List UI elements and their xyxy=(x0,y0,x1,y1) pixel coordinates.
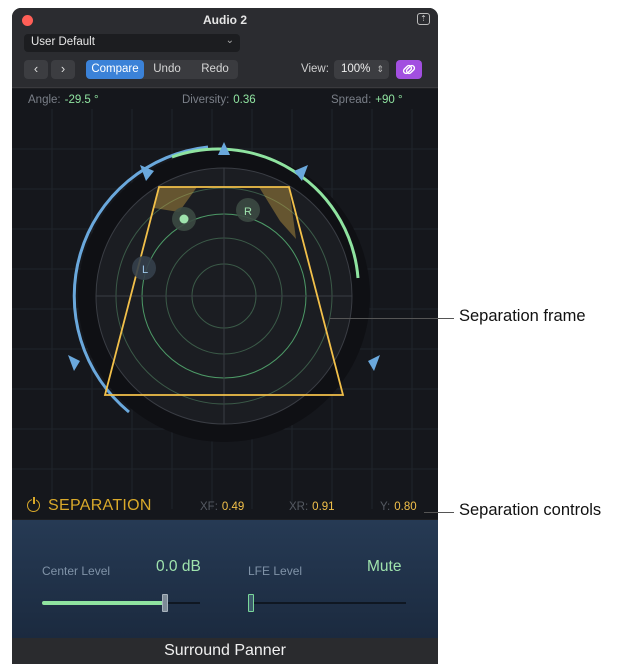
xf-value: 0.49 xyxy=(221,501,245,513)
view-zoom-select[interactable]: 100% ⇕ xyxy=(334,60,389,79)
lfe-level-label: LFE Level xyxy=(248,564,303,578)
panner-display[interactable]: R L xyxy=(12,109,438,509)
preset-value: User Default xyxy=(31,36,95,48)
angle-label: Angle: xyxy=(28,94,61,106)
undo-button[interactable]: Undo xyxy=(145,60,189,79)
link-button[interactable] xyxy=(396,60,422,79)
xf-label: XF: xyxy=(200,501,218,513)
previous-preset-button[interactable]: ‹ xyxy=(24,60,48,79)
chevron-down-icon: ⌄ xyxy=(225,35,234,46)
power-icon[interactable] xyxy=(27,497,40,512)
right-surround-speaker-icon xyxy=(368,355,380,371)
diversity-readout[interactable]: Diversity: 0.36 xyxy=(182,94,256,106)
xr-value: 0.91 xyxy=(312,501,335,513)
angle-value: -29.5 ° xyxy=(64,94,99,106)
y-readout[interactable]: Y: 0.80 xyxy=(380,501,417,513)
center-slider-handle[interactable] xyxy=(162,594,169,612)
separation-title: SEPARATION xyxy=(48,497,152,514)
pan-puck[interactable] xyxy=(179,214,189,224)
diversity-label: Diversity: xyxy=(182,94,230,106)
angle-readout[interactable]: Angle: -29.5 ° xyxy=(28,94,99,106)
expand-icon[interactable]: ⇡ xyxy=(417,13,430,25)
frame-callout-line xyxy=(330,318,454,319)
lfe-level-value[interactable]: Mute xyxy=(367,558,401,576)
lfe-slider-track xyxy=(248,602,406,604)
center-level-value[interactable]: 0.0 dB xyxy=(156,558,201,576)
y-label: Y: xyxy=(380,501,391,513)
preset-row: User Default ⌄ xyxy=(12,32,438,54)
right-input-label: R xyxy=(244,206,252,218)
view-zoom-value: 100% xyxy=(341,63,371,75)
center-level-label: Center Level xyxy=(42,564,111,578)
plugin-window: Audio 2 ⇡ User Default ⌄ ‹ › Compare Und… xyxy=(12,8,438,664)
spread-label: Spread: xyxy=(331,94,372,106)
left-input-label: L xyxy=(142,264,148,276)
levels-panel: Center Level 0.0 dB LFE Level Mute xyxy=(12,520,438,638)
separation-controls: SEPARATION XF: 0.49 XR: 0.91 Y: 0.80 xyxy=(12,496,438,520)
separation-controls-callout: Separation controls xyxy=(459,501,602,519)
compare-button[interactable]: Compare xyxy=(86,60,144,79)
toolbar: ‹ › Compare Undo Redo View: 100% ⇕ xyxy=(12,54,438,88)
center-slider-fill xyxy=(42,601,166,605)
view-label: View: xyxy=(301,63,329,75)
spread-readout[interactable]: Spread: +90 ° xyxy=(331,94,403,106)
redo-button[interactable]: Redo xyxy=(192,60,238,79)
y-value: 0.80 xyxy=(394,501,417,513)
separation-frame-callout: Separation frame xyxy=(459,307,586,325)
title-bar: Audio 2 ⇡ xyxy=(12,8,438,32)
xr-readout[interactable]: XR: 0.91 xyxy=(289,501,335,513)
surround-panel: Angle: -29.5 ° Diversity: 0.36 Spread: +90 … xyxy=(12,89,438,519)
controls-callout-line xyxy=(424,512,454,513)
next-preset-button[interactable]: › xyxy=(51,60,75,79)
window-title: Audio 2 xyxy=(203,13,247,27)
center-level-slider[interactable] xyxy=(42,594,200,612)
left-surround-speaker-icon xyxy=(68,355,80,371)
lfe-level-slider[interactable] xyxy=(248,594,406,612)
preset-select[interactable]: User Default ⌄ xyxy=(24,34,240,52)
diversity-value: 0.36 xyxy=(233,94,256,106)
link-icon xyxy=(402,64,416,75)
stepper-icon: ⇕ xyxy=(376,64,384,74)
lfe-slider-handle[interactable] xyxy=(248,594,254,612)
spread-value: +90 ° xyxy=(375,94,403,106)
xr-label: XR: xyxy=(289,501,309,513)
plugin-name-footer: Surround Panner xyxy=(12,638,438,664)
xf-readout[interactable]: XF: 0.49 xyxy=(200,501,244,513)
